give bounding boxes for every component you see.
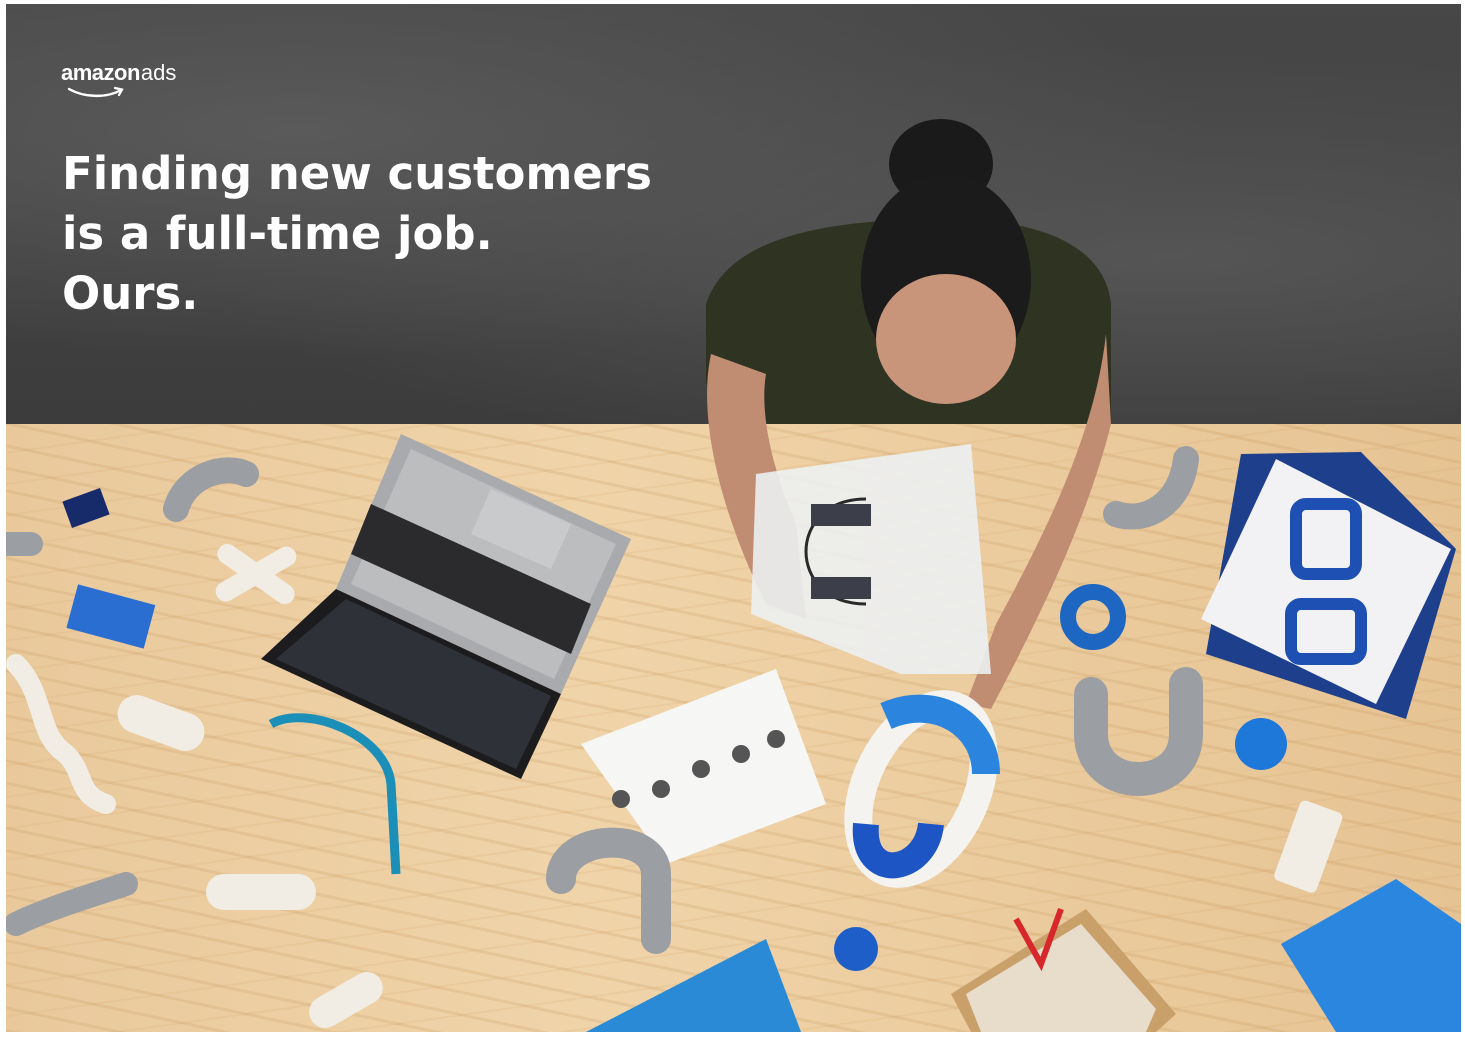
tool-box — [951, 907, 1176, 1032]
blueprint-papers — [1201, 452, 1456, 719]
amazon-ads-logo: amazon ads — [61, 60, 177, 98]
sketch-papers — [581, 444, 991, 864]
headline-line-1: Finding new customers — [62, 147, 652, 200]
laptop — [261, 434, 631, 779]
logo-text-amazon: amazon — [61, 60, 140, 85]
amazon-smile-logo-icon — [67, 86, 124, 98]
cutting-mat — [586, 939, 801, 1032]
headline-line-2: is a full-time job. — [62, 207, 493, 260]
headline-line-3: Ours. — [62, 267, 199, 320]
logo-text-ads: ads — [140, 60, 177, 85]
ad-banner: amazon ads Finding new customers is a fu… — [6, 4, 1461, 1032]
notebook — [1281, 879, 1461, 1032]
headline: Finding new customers is a full-time job… — [62, 144, 652, 324]
